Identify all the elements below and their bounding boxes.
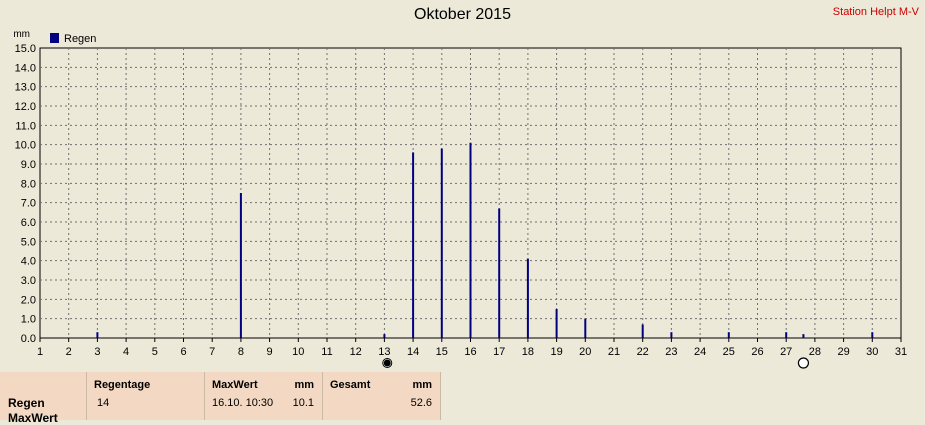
y-tick-label: 0.0 [21,333,36,345]
bar [469,142,472,338]
row-label-maxwert: MaxWert [8,411,58,425]
maxwert-header: MaxWert [212,379,258,391]
x-tick-label: 30 [866,346,878,358]
regentage-column: Regentage 14 [87,372,205,420]
x-tick-label: 31 [895,346,907,358]
row-label-regen: Regen [8,396,45,410]
y-tick-label: 3.0 [21,275,36,287]
x-tick-label: 9 [267,346,273,358]
new-moon-icon-core [383,359,391,367]
x-tick-label: 8 [238,346,244,358]
x-tick-label: 22 [637,346,649,358]
x-tick-label: 1 [37,346,43,358]
y-tick-label: 6.0 [21,217,36,229]
legend-swatch [50,33,59,43]
rain-chart: 0.01.02.03.04.05.06.07.08.09.010.011.012… [13,29,907,369]
x-tick-label: 20 [579,346,591,358]
y-tick-label: 14.0 [15,62,36,74]
full-moon-icon [797,357,810,369]
bar [785,332,788,338]
bar [727,332,730,338]
x-tick-label: 13 [378,346,390,358]
y-tick-label: 15.0 [15,43,36,55]
regentage-value: 14 [97,397,110,409]
bar [498,208,501,338]
bar [802,334,805,338]
stats-label-column: Regen MaxWert [0,372,87,425]
y-tick-label: 10.0 [15,140,36,152]
y-axis-label: mm [13,29,30,40]
gesamt-unit: mm [412,379,432,391]
maxwert-column: MaxWert mm 16.10. 10:30 10.1 [205,372,323,420]
legend-label: Regen [64,33,96,45]
y-tick-label: 9.0 [21,159,36,171]
bar [412,152,415,338]
x-tick-label: 28 [809,346,821,358]
x-tick-label: 12 [350,346,362,358]
gesamt-value: 52.6 [410,397,432,409]
bar [96,332,99,338]
bar [871,332,874,338]
y-tick-label: 1.0 [21,314,36,326]
x-tick-label: 14 [407,346,419,358]
x-tick-label: 18 [522,346,534,358]
bar [641,324,644,338]
x-tick-label: 16 [464,346,476,358]
bar [383,334,386,338]
x-tick-label: 25 [723,346,735,358]
y-tick-label: 5.0 [21,236,36,248]
bar [239,193,242,338]
x-tick-label: 7 [209,346,215,358]
x-tick-label: 27 [780,346,792,358]
maxwert-datetime: 16.10. 10:30 [212,397,274,409]
bar [526,258,529,338]
gesamt-header: Gesamt [330,379,371,391]
x-tick-label: 4 [123,346,129,358]
x-tick-label: 6 [180,346,186,358]
x-tick-label: 10 [292,346,304,358]
x-tick-label: 5 [152,346,158,358]
y-tick-label: 2.0 [21,294,36,306]
x-tick-label: 26 [751,346,763,358]
x-tick-label: 15 [436,346,448,358]
bar [584,318,587,338]
gesamt-column: Gesamt mm 52.6 [323,372,441,420]
y-tick-label: 4.0 [21,256,36,268]
x-tick-label: 24 [694,346,706,358]
bar [440,148,443,338]
x-tick-label: 2 [66,346,72,358]
maxwert-unit: mm [294,379,314,391]
bar [670,332,673,338]
y-tick-label: 7.0 [21,198,36,210]
x-tick-label: 29 [837,346,849,358]
x-tick-label: 17 [493,346,505,358]
y-tick-label: 11.0 [15,120,36,132]
maxwert-value: 10.1 [292,397,314,409]
y-tick-label: 13.0 [15,82,36,94]
stats-panel: Regen MaxWert Regentage 14 MaxWert mm 16… [0,372,925,425]
y-tick-label: 12.0 [15,101,36,113]
x-tick-label: 23 [665,346,677,358]
y-tick-label: 8.0 [21,178,36,190]
regentage-header: Regentage [94,379,151,391]
x-tick-label: 3 [94,346,100,358]
x-tick-label: 11 [321,346,332,358]
bar [555,309,558,338]
x-tick-label: 19 [550,346,562,358]
x-tick-label: 21 [608,346,620,358]
